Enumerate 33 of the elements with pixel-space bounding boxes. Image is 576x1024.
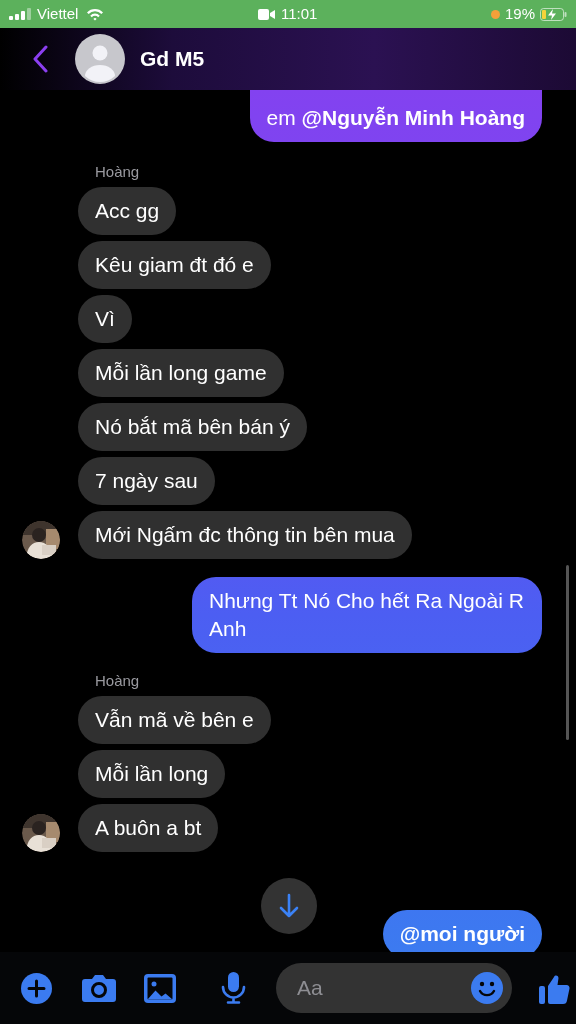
clock-time: 11:01 [281, 3, 318, 24]
back-icon[interactable] [32, 45, 48, 73]
message-bubble[interactable]: Vẫn mã về bên e [78, 696, 271, 744]
chat-title: Gd M5 [140, 46, 205, 73]
message-bubble[interactable]: @moi người [382, 910, 542, 952]
microphone-icon[interactable] [221, 972, 246, 1004]
signal-icon [9, 8, 31, 20]
battery-percentage: 19% [504, 3, 535, 24]
message-bubble[interactable]: Nó bắt mã bên bán ý [78, 403, 307, 451]
down-arrow-icon [279, 893, 299, 919]
carrier-name: Viettel [37, 3, 79, 24]
camera-icon[interactable] [82, 973, 116, 1003]
scroll-down-button[interactable] [261, 878, 317, 934]
message-input-field[interactable]: Aa [276, 963, 512, 1013]
message-bubble[interactable]: Mỗi lần long [78, 750, 226, 798]
message-bubble[interactable]: Nhưng Tt Nó Cho hết Ra Ngoài R Anh [192, 577, 542, 653]
sender-name: Hoàng [95, 164, 141, 180]
video-camera-icon [258, 8, 275, 20]
sender-name: Hoàng [95, 673, 141, 689]
contact-avatar[interactable] [75, 34, 125, 84]
message-bubble[interactable]: Vì [78, 295, 132, 343]
message-bubble[interactable]: 7 ngày sau [78, 457, 215, 505]
message-bubble[interactable]: Mỗi lần long game [78, 349, 284, 397]
battery-charging-icon [540, 7, 567, 21]
message-bubble[interactable]: em @Nguyễn Minh Hoàng [249, 90, 542, 142]
message-bubble[interactable]: A buôn a bt [78, 804, 219, 852]
plus-icon[interactable] [21, 972, 52, 1004]
wifi-icon [86, 7, 105, 21]
message-bubble[interactable]: Kêu giam đt đó e [78, 241, 271, 289]
message-bubble[interactable]: Acc gg [78, 187, 177, 235]
emoji-icon[interactable] [471, 972, 503, 1004]
image-icon[interactable] [144, 973, 176, 1003]
message-bubble[interactable]: Mới Ngấm đc thông tin bên mua [78, 511, 412, 559]
